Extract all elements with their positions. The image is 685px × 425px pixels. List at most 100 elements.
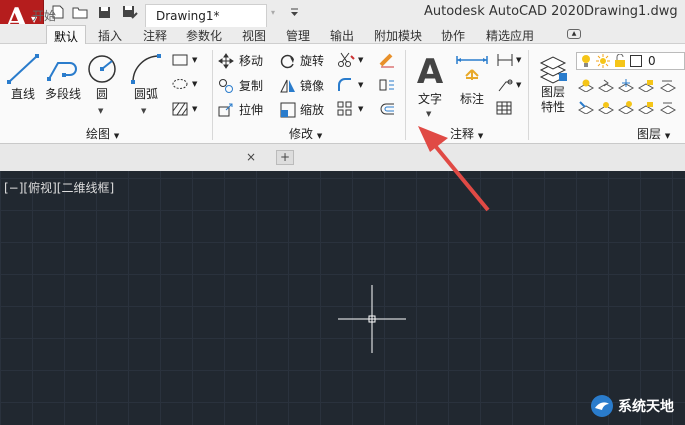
leader-button[interactable]: ▼: [496, 77, 521, 93]
copy-button[interactable]: 复制: [218, 77, 263, 94]
layer-properties-button[interactable]: 图层 特性: [533, 50, 573, 120]
ribbon-tabs: 默认 插入 注释 参数化 视图 管理 输出 附加模块 协作 精选应用: [0, 24, 685, 44]
copy-icon: [219, 78, 233, 93]
layer-properties-label-line2: 特性: [540, 100, 565, 114]
hatch-button[interactable]: ▼: [172, 102, 197, 116]
tab-start[interactable]: 开始: [22, 4, 142, 27]
arc-label: 圆弧: [133, 87, 158, 101]
tab-parametric[interactable]: 参数化: [186, 27, 222, 44]
document-title: Drawing1.dwg: [584, 4, 678, 19]
panel-divider: [528, 50, 529, 140]
offset-button[interactable]: [378, 101, 396, 117]
tab-view[interactable]: 视图: [242, 27, 266, 44]
lightbulb-icon: [582, 55, 590, 67]
mirror-button[interactable]: 镜像: [280, 77, 324, 94]
table-button[interactable]: [496, 101, 512, 115]
eraser-icon: [379, 53, 394, 68]
hatch-icon: [172, 102, 188, 116]
layer-on-icon[interactable]: [598, 100, 614, 114]
offset-icon: [380, 103, 394, 115]
fillet-icon: [338, 78, 351, 91]
polyline-button[interactable]: 多段线: [42, 50, 84, 105]
dimension-label: 标注: [459, 91, 484, 106]
watermark-logo: [591, 395, 613, 417]
rectangle-button[interactable]: ▼: [172, 54, 197, 66]
ribbon-minimize-toggle[interactable]: ▲: [567, 29, 581, 39]
move-button[interactable]: 移动: [218, 52, 263, 69]
rotate-icon: [280, 54, 294, 68]
layer-properties-label-line1: 图层: [540, 85, 565, 99]
viewport-controls[interactable]: [−][俯视][二维线框]: [4, 179, 114, 196]
chevron-down-icon[interactable]: ▼: [141, 107, 146, 115]
dimension-button[interactable]: 标注: [452, 50, 492, 110]
layer-unlock-icon[interactable]: [638, 100, 654, 114]
rectangle-icon: [172, 54, 188, 66]
layer-color-swatch: [630, 55, 642, 67]
ellipse-button[interactable]: ▼: [172, 78, 197, 90]
linear-dimension-icon: [497, 54, 513, 66]
fillet-button[interactable]: ▼: [337, 77, 363, 93]
line-button[interactable]: 直线: [4, 50, 42, 105]
draw-panel-title[interactable]: 绘图 ▼: [86, 125, 119, 142]
modify-panel-title[interactable]: 修改 ▼: [289, 125, 322, 142]
layer-match-icon[interactable]: [660, 78, 676, 92]
arc-icon: [131, 54, 161, 84]
layer-current-icon[interactable]: [578, 100, 594, 114]
layer-off-icon[interactable]: [578, 78, 594, 92]
app-title: Autodesk AutoCAD 2020: [424, 4, 585, 19]
sun-icon: [596, 54, 610, 68]
line-label: 直线: [10, 87, 35, 101]
tab-manage[interactable]: 管理: [286, 27, 310, 44]
unlock-icon: [615, 54, 625, 67]
explode-button[interactable]: [378, 77, 396, 93]
watermark: 系统天地: [590, 394, 674, 418]
scale-button[interactable]: 缩放: [280, 101, 324, 118]
tab-insert[interactable]: 插入: [98, 27, 122, 44]
layer-walk-icon[interactable]: [660, 100, 676, 114]
erase-button[interactable]: [378, 52, 396, 68]
circle-label: 圆: [95, 87, 108, 101]
line-icon: [7, 54, 39, 84]
customize-icon[interactable]: [288, 3, 300, 21]
layer-isolate-icon[interactable]: [598, 78, 614, 92]
layer-lock-icon[interactable]: [638, 78, 654, 92]
trim-button[interactable]: ▼: [337, 52, 363, 68]
stretch-button[interactable]: 拉伸: [218, 101, 263, 118]
tab-output[interactable]: 输出: [330, 27, 354, 44]
linear-dimension-button[interactable]: ▼: [496, 52, 521, 68]
chevron-down-icon: ▼: [664, 132, 671, 140]
layer-dropdown[interactable]: 0: [576, 52, 685, 70]
array-button[interactable]: ▼: [337, 101, 363, 117]
tab-annotate[interactable]: 注释: [143, 27, 167, 44]
redo-dropdown-icon[interactable]: ▾: [268, 3, 278, 21]
layer-freeze-icon[interactable]: [618, 78, 634, 92]
polyline-icon: [47, 62, 77, 81]
text-a-icon: A: [416, 51, 444, 92]
layers-panel-title[interactable]: 图层 ▼: [637, 125, 670, 142]
annotation-arrow: [418, 126, 490, 212]
arc-button[interactable]: 圆弧: [124, 50, 168, 105]
tab-featured-apps[interactable]: 精选应用: [486, 27, 534, 44]
leader-icon: [498, 79, 513, 92]
tab-collaborate[interactable]: 协作: [441, 27, 465, 44]
table-icon: [496, 101, 512, 115]
tab-drawing1[interactable]: Drawing1*: [145, 4, 267, 27]
watermark-text: 系统天地: [618, 399, 674, 415]
trim-icon: [338, 52, 355, 67]
close-icon[interactable]: ×: [246, 150, 256, 164]
layer-stack-icon: [539, 56, 567, 84]
panel-divider: [405, 50, 406, 140]
array-icon: [337, 101, 352, 116]
mirror-icon: [280, 79, 295, 92]
tab-addins[interactable]: 附加模块: [374, 27, 422, 44]
text-label: 文字: [417, 91, 442, 106]
chevron-down-icon[interactable]: ▼: [426, 110, 431, 118]
tab-home[interactable]: 默认: [46, 25, 87, 44]
rotate-button[interactable]: 旋转: [280, 52, 324, 69]
new-tab-button[interactable]: +: [276, 150, 294, 165]
circle-button[interactable]: 圆: [84, 50, 120, 105]
layer-thaw-icon[interactable]: [618, 100, 634, 114]
scale-icon: [280, 102, 296, 117]
text-button[interactable]: A 文字: [410, 50, 450, 110]
chevron-down-icon[interactable]: ▼: [98, 107, 103, 115]
